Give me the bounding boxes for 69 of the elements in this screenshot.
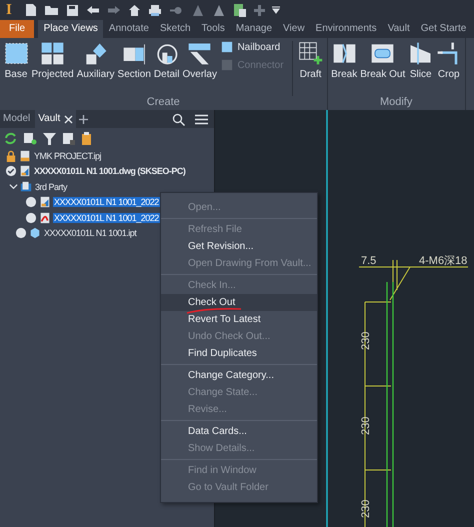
add-tab-icon[interactable] (78, 114, 90, 124)
file-menu-tab[interactable]: File (0, 20, 34, 38)
ribbon-button[interactable]: Break (330, 41, 359, 80)
ribbon-button[interactable]: Crop (434, 41, 463, 80)
pdf-file-icon (39, 212, 51, 224)
ribbon-tab[interactable]: Place Views (38, 20, 104, 38)
home-icon[interactable] (128, 4, 141, 16)
menu-item[interactable]: Get Revision... (161, 238, 317, 255)
tree-item[interactable]: XXXXX0101L N1 1001.dwg (SKSEO-PC) (33, 166, 186, 176)
clipboard-icon[interactable] (81, 132, 92, 144)
tree-item[interactable]: 3rd Party (34, 182, 68, 192)
menu-item[interactable]: Check Out (161, 294, 317, 311)
part-file-icon (29, 227, 41, 240)
file-icon[interactable] (62, 132, 75, 144)
customize-icon[interactable] (272, 6, 280, 14)
redo-icon[interactable] (106, 5, 121, 15)
menu-icon[interactable] (195, 114, 208, 124)
save-icon[interactable] (66, 4, 79, 16)
ribbon-button[interactable]: Auxiliary (75, 41, 116, 80)
tree-item[interactable]: YMK PROJECT.ipj (33, 150, 102, 161)
ribbon-tab[interactable]: Vault (382, 20, 416, 38)
ribbon-tab[interactable]: Environments (310, 20, 382, 38)
collapse-icon[interactable] (9, 182, 18, 192)
ribbon-button[interactable]: Slice (406, 41, 435, 80)
tree-item[interactable]: XXXXX0101L N1 1001_2022 (53, 197, 160, 208)
document-icon[interactable] (232, 2, 247, 18)
folder-icon (20, 180, 32, 193)
ribbon-button[interactable]: Projected (30, 41, 76, 80)
dimension-text: 230 (360, 500, 372, 518)
ribbon-tab[interactable]: Get Starte (415, 20, 472, 38)
menu-item[interactable]: Revert To Latest (161, 311, 317, 328)
ribbon-button[interactable]: Overlay (180, 41, 218, 80)
drawing-file-icon (39, 196, 51, 208)
new-file-icon[interactable] (24, 3, 37, 17)
panel-tab[interactable]: Vault (35, 110, 76, 128)
search-icon[interactable] (172, 112, 185, 126)
menu-item[interactable]: Change Category... (161, 367, 317, 384)
menu-item[interactable]: Data Cards... (161, 423, 317, 440)
open-folder-icon[interactable] (44, 4, 59, 16)
dimension-text: 230 (360, 332, 372, 350)
ribbon-tab[interactable]: Tools (196, 20, 230, 38)
group-label: Modify (378, 96, 414, 110)
ribbon-tab[interactable]: Manage (230, 20, 278, 38)
dimension-text: 230 (360, 416, 372, 435)
plus-icon[interactable] (254, 4, 265, 16)
undo-icon[interactable] (86, 5, 100, 15)
ribbon-tab[interactable]: View (278, 20, 310, 38)
group-label: Create (146, 96, 181, 110)
filter-icon[interactable] (43, 132, 56, 144)
ribbon-tab[interactable]: Annotate (103, 20, 154, 38)
app-logo[interactable]: I (6, 2, 12, 18)
ribbon-button[interactable]: Detail (152, 41, 181, 80)
ribbon-button[interactable]: Base (2, 41, 30, 80)
ribbon-button[interactable]: Section (116, 41, 152, 80)
ribbon-button[interactable]: Nailboard (221, 41, 284, 53)
panel-tab[interactable]: Model (0, 110, 34, 128)
ribbon-button[interactable]: Draft (296, 41, 325, 80)
project-file-icon (19, 150, 31, 162)
leader-note: 4-M6深18 (419, 255, 468, 267)
ribbon-tab[interactable]: Sketch (154, 20, 196, 38)
menu-item[interactable]: Find Duplicates (161, 345, 317, 362)
print-icon[interactable] (148, 4, 162, 16)
drawing-file-icon (19, 165, 31, 178)
tree-item[interactable]: XXXXX0101L N1 1001_2022 (53, 212, 160, 223)
dimension-text: 7.5 (361, 255, 376, 267)
close-icon[interactable] (64, 114, 74, 124)
tree-item[interactable]: XXXXX0101L N1 1001.ipt (43, 228, 138, 238)
ribbon-button[interactable]: Break Out (358, 41, 407, 80)
refresh-icon[interactable] (4, 132, 17, 144)
